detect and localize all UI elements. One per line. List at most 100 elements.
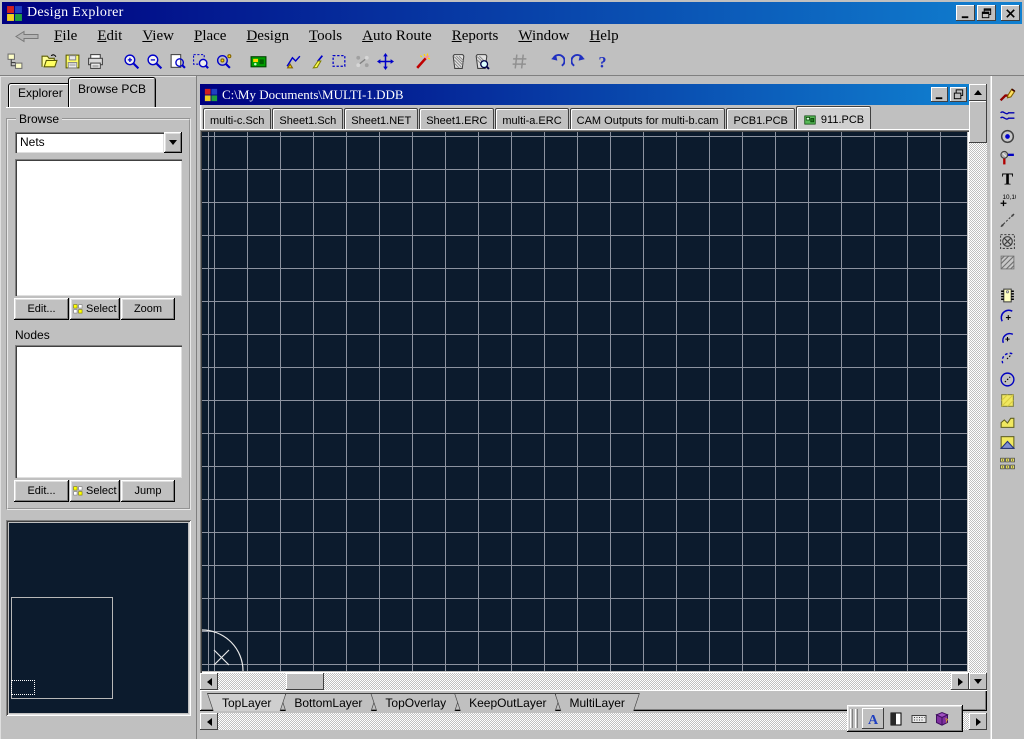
- explorer-toggle-button[interactable]: [4, 50, 27, 74]
- print-button[interactable]: [84, 50, 107, 74]
- close-button[interactable]: [1001, 5, 1020, 21]
- tab-explorer[interactable]: Explorer: [8, 83, 73, 107]
- text-find-button[interactable]: A: [862, 708, 884, 729]
- keyboard-shortcuts-button[interactable]: [908, 708, 930, 729]
- button-select[interactable]: Select: [70, 298, 120, 320]
- minimize-button[interactable]: [956, 5, 975, 21]
- zoom-all-button[interactable]: [166, 50, 189, 74]
- zoom-area-button[interactable]: [189, 50, 212, 74]
- menu-file[interactable]: File: [44, 27, 87, 46]
- doc-tab-911-pcb[interactable]: 911.PCB: [796, 106, 871, 129]
- minimap-viewport-rect[interactable]: [11, 680, 35, 695]
- document-restore-button[interactable]: [950, 87, 967, 102]
- layer-tab-bottomlayer[interactable]: BottomLayer: [279, 693, 377, 711]
- save-button[interactable]: [61, 50, 84, 74]
- zoom-point-button[interactable]: [212, 50, 235, 74]
- place-pad-array-button[interactable]: [994, 453, 1020, 474]
- scroll-up-button[interactable]: [969, 84, 987, 101]
- nodes-listbox[interactable]: [15, 345, 182, 478]
- highlight-net-button[interactable]: [305, 50, 328, 74]
- place-coordinate-button[interactable]: 10,10: [994, 189, 1020, 210]
- find-component-button[interactable]: [470, 50, 493, 74]
- button-edit[interactable]: Edit...: [14, 298, 69, 320]
- place-fill-button[interactable]: [994, 390, 1020, 411]
- undo-button[interactable]: [545, 50, 568, 74]
- layer-tab-toplayer[interactable]: TopLayer: [207, 693, 286, 711]
- open-document-button[interactable]: [38, 50, 61, 74]
- place-arc-center-button[interactable]: [994, 327, 1020, 348]
- toolbar-grip[interactable]: [850, 709, 853, 728]
- button-zoom[interactable]: Zoom: [121, 298, 175, 320]
- button-jump[interactable]: Jump: [121, 480, 175, 502]
- document-minimize-button[interactable]: [931, 87, 948, 102]
- place-polygon-plane-button[interactable]: [994, 411, 1020, 432]
- button-edit[interactable]: Edit...: [14, 480, 69, 502]
- board-minimap[interactable]: [6, 520, 191, 716]
- place-arc-edge-button[interactable]: [994, 306, 1020, 327]
- place-full-circle-button[interactable]: [994, 369, 1020, 390]
- doc-tab-sheet1-sch[interactable]: Sheet1.Sch: [272, 108, 343, 129]
- place-dimension-button[interactable]: [994, 210, 1020, 231]
- maximize-button[interactable]: [977, 5, 996, 21]
- menu-edit[interactable]: Edit: [87, 27, 132, 46]
- pcb-canvas[interactable]: [202, 132, 967, 671]
- browse-library-button[interactable]: [447, 50, 470, 74]
- redo-button[interactable]: [568, 50, 591, 74]
- layer-tab-keepoutlayer[interactable]: KeepOutLayer: [454, 693, 561, 711]
- layer-tab-multilayer[interactable]: MultiLayer: [555, 693, 640, 711]
- scroll-right-button[interactable]: [951, 673, 969, 690]
- place-component-button[interactable]: [994, 285, 1020, 306]
- deselect-all-button[interactable]: [351, 50, 374, 74]
- doc-tab-sheet1-net[interactable]: Sheet1.NET: [344, 108, 418, 129]
- panel-toggle-button[interactable]: [885, 708, 907, 729]
- scroll-down-button[interactable]: [969, 673, 987, 690]
- place-pad-button[interactable]: [994, 126, 1020, 147]
- hscroll-track[interactable]: [218, 673, 951, 690]
- menu-auto-route[interactable]: Auto Route: [352, 27, 442, 46]
- button-select[interactable]: Select: [70, 480, 120, 502]
- place-arc-angle-button[interactable]: [994, 348, 1020, 369]
- workspace-scroll-left-button[interactable]: [200, 713, 218, 730]
- combo-dropdown-button[interactable]: [164, 132, 182, 153]
- browse-mode-combo[interactable]: Nets: [15, 132, 182, 153]
- doc-tab-multi-c-sch[interactable]: multi-c.Sch: [203, 108, 271, 129]
- interactive-routing-button[interactable]: [994, 84, 1020, 105]
- place-fill-hatched-button[interactable]: [994, 252, 1020, 273]
- menu-window[interactable]: Window: [508, 27, 579, 46]
- move-object-button[interactable]: [374, 50, 397, 74]
- help-book-button[interactable]: ?: [931, 708, 953, 729]
- workspace-scroll-right-button[interactable]: [969, 713, 987, 730]
- place-keepout-button[interactable]: [994, 231, 1020, 252]
- scroll-left-button[interactable]: [200, 673, 218, 690]
- wizard-button[interactable]: [411, 50, 434, 74]
- tab-browse-pcb[interactable]: Browse PCB: [68, 77, 156, 107]
- doc-tab-sheet1-erc[interactable]: Sheet1.ERC: [419, 108, 494, 129]
- nets-listbox[interactable]: [15, 159, 182, 296]
- doc-tab-multi-a-erc[interactable]: multi-a.ERC: [495, 108, 568, 129]
- zoom-out-button[interactable]: [143, 50, 166, 74]
- vertical-scrollbar[interactable]: [969, 84, 987, 690]
- place-track-button[interactable]: [994, 105, 1020, 126]
- place-split-plane-button[interactable]: [994, 432, 1020, 453]
- place-string-button[interactable]: T: [994, 168, 1020, 189]
- menu-view[interactable]: View: [132, 27, 184, 46]
- doc-tab-pcb1-pcb[interactable]: PCB1.PCB: [726, 108, 794, 129]
- toggle-grid-button[interactable]: [508, 50, 531, 74]
- cross-probe-button[interactable]: [282, 50, 305, 74]
- board-view-button[interactable]: [247, 50, 270, 74]
- layer-tab-topoverlay[interactable]: TopOverlay: [370, 693, 461, 711]
- menu-design[interactable]: Design: [236, 27, 299, 46]
- select-area-button[interactable]: [328, 50, 351, 74]
- doc-tab-cam-outputs-for-multi-b-cam[interactable]: CAM Outputs for multi-b.cam: [570, 108, 726, 129]
- menu-reports[interactable]: Reports: [442, 27, 509, 46]
- zoom-in-button[interactable]: [120, 50, 143, 74]
- menu-arrow-icon[interactable]: [14, 30, 44, 44]
- toolbar-grip[interactable]: [855, 709, 858, 728]
- menu-help[interactable]: Help: [579, 27, 628, 46]
- help-button[interactable]: ?: [591, 50, 614, 74]
- place-via-button[interactable]: [994, 147, 1020, 168]
- hscroll-thumb[interactable]: [286, 673, 324, 690]
- vscroll-thumb[interactable]: [969, 101, 987, 143]
- menu-place[interactable]: Place: [184, 27, 236, 46]
- horizontal-scrollbar[interactable]: [200, 673, 969, 690]
